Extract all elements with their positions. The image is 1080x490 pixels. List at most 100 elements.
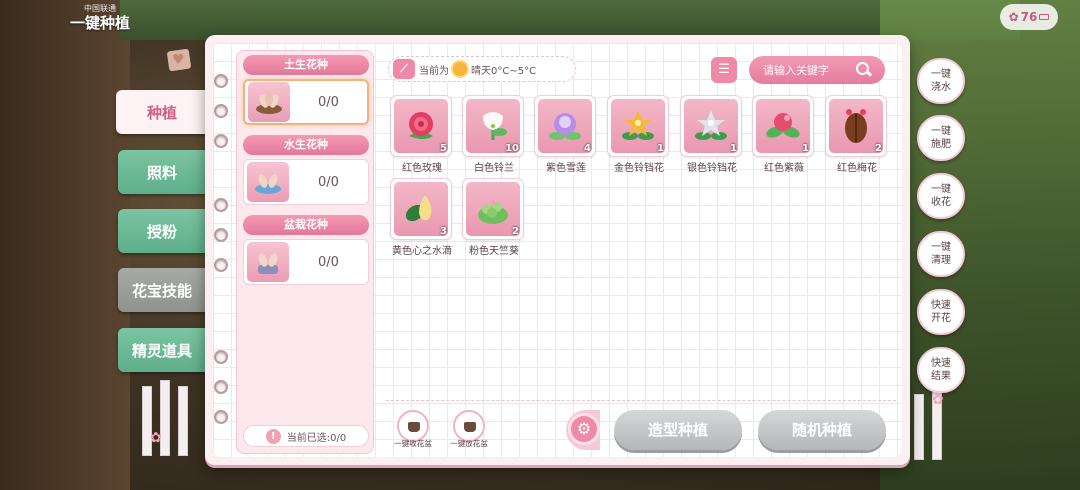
tab-spirit-items[interactable]: 精灵道具 [118, 328, 206, 372]
random-plant-button[interactable]: 随机种植 [758, 410, 886, 450]
seed-pot-icon [247, 242, 289, 282]
seed-count-pot: 0/0 [318, 254, 339, 270]
category-header-pot: 盆栽花种 [243, 215, 369, 235]
sun-icon [453, 62, 467, 76]
weather-text: 晴天0°C~5°C [471, 65, 537, 77]
category-header-water: 水生花种 [243, 135, 369, 155]
seed-slot-soil[interactable]: 0/0 [243, 79, 369, 125]
flower-quantity: 1 [730, 143, 737, 154]
weather-icon: ⟋ [393, 59, 415, 79]
flower-name: 红色梅花 [837, 163, 877, 174]
seed-count-water: 0/0 [318, 174, 339, 190]
flower-item[interactable]: 3 黄色心之水滴 [390, 178, 454, 257]
flower-item[interactable]: 5 红色玫瑰 [390, 95, 454, 174]
flower-card[interactable]: 1 [752, 95, 814, 157]
binder-ring [214, 74, 228, 88]
collect-pots-label: 一键收花盆 [394, 439, 432, 448]
tab-flower-skills[interactable]: 花宝技能 [118, 268, 206, 312]
search-input[interactable] [763, 63, 851, 77]
quick-water-button[interactable]: 一键浇水 [917, 58, 965, 104]
search-icon[interactable] [855, 61, 873, 79]
tab-planting[interactable]: 种植 [116, 90, 208, 134]
flower-quantity: 1 [657, 143, 664, 154]
flower-item[interactable]: 2 红色梅花 [825, 95, 889, 174]
flower-name: 银色铃铛花 [687, 163, 737, 174]
flower-card[interactable]: 1 [680, 95, 742, 157]
binder-ring [214, 134, 228, 148]
background-tree [0, 0, 130, 490]
collect-pots-button[interactable]: 一键收花盆 [390, 410, 436, 450]
seed-slot-pot[interactable]: 0/0 [243, 239, 369, 285]
seed-bag-icon [248, 82, 290, 122]
flower-item[interactable]: 1 金色铃铛花 [607, 95, 671, 174]
flower-quantity: 10 [505, 143, 519, 154]
flower-card[interactable]: 3 [390, 178, 452, 240]
divider [386, 400, 896, 401]
binder-ring [214, 350, 228, 364]
pink-geranium-icon [478, 200, 508, 224]
flower-card[interactable]: 2 [462, 178, 524, 240]
search-bar[interactable] [749, 56, 885, 84]
battery-level: 76 [1020, 10, 1038, 24]
flower-name: 金色铃铛花 [614, 163, 664, 174]
weather-prefix: 当前为 [419, 65, 449, 77]
flower-name: 红色紫薇 [764, 163, 804, 174]
quick-bloom-button[interactable]: 快速开花 [917, 289, 965, 335]
flower-item[interactable]: 10 白色铃兰 [462, 95, 526, 174]
alert-icon: ! [265, 428, 281, 444]
flower-name: 红色玫瑰 [402, 163, 442, 174]
place-pots-label: 一键放花盆 [450, 439, 488, 448]
flower-quantity: 4 [584, 143, 591, 154]
flower-decoration-icon: ✿ [932, 392, 944, 408]
binder-ring [214, 104, 228, 118]
flower-name: 白色铃兰 [474, 163, 514, 174]
weather-indicator: ⟋ 当前为 晴天0°C~5°C [388, 56, 576, 82]
selected-status: ! 当前已选:0/0 [243, 425, 369, 447]
battery-icon [1039, 14, 1050, 20]
tab-care[interactable]: 照料 [118, 150, 206, 194]
flower-decoration-icon: ✿ [150, 430, 162, 446]
white-lily-of-valley-icon [483, 112, 507, 140]
binder-ring [214, 228, 228, 242]
flower-quantity: 3 [440, 226, 447, 237]
flower-pot-icon [453, 410, 485, 442]
flower-item[interactable]: 4 紫色雪莲 [534, 95, 598, 174]
flower-name: 黄色心之水滴 [392, 246, 452, 257]
flower-name: 紫色雪莲 [546, 163, 586, 174]
flower-item[interactable]: 2 粉色天竺葵 [462, 178, 526, 257]
shape-plant-button[interactable]: 造型种植 [614, 410, 742, 450]
seed-count-soil: 0/0 [318, 94, 339, 110]
place-pots-button[interactable]: 一键放花盆 [446, 410, 492, 450]
quick-clean-button[interactable]: 一键清理 [917, 231, 965, 277]
flower-card[interactable]: 10 [462, 95, 524, 157]
page-title: 一键种植 [69, 14, 130, 32]
binder-ring [214, 410, 228, 424]
golden-bell-flower-icon [622, 110, 654, 140]
flower-item[interactable]: 1 红色紫薇 [752, 95, 816, 174]
quick-fertilize-button[interactable]: 一键施肥 [917, 115, 965, 161]
flower-card[interactable]: 2 [825, 95, 887, 157]
flower-quantity: 5 [440, 143, 447, 154]
seed-slot-water[interactable]: 0/0 [243, 159, 369, 205]
sort-button[interactable]: ☰ [711, 57, 737, 83]
quick-harvest-button[interactable]: 一键收花 [917, 173, 965, 219]
tab-pollination[interactable]: 授粉 [118, 209, 206, 253]
flower-quantity: 2 [875, 143, 882, 154]
flower-item[interactable]: 1 银色铃铛花 [680, 95, 744, 174]
purple-snow-lotus-icon [549, 113, 581, 140]
yellow-heart-droplet-icon [405, 195, 432, 222]
red-rose-icon [409, 112, 433, 139]
binder-ring [214, 258, 228, 272]
flower-quantity: 2 [512, 226, 519, 237]
sort-icon: ☰ [718, 62, 730, 77]
silver-bell-flower-icon [695, 110, 727, 140]
flower-card[interactable]: 4 [534, 95, 596, 157]
flower-card[interactable]: 5 [390, 95, 452, 157]
flower-card[interactable]: 1 [607, 95, 669, 157]
selected-status-text: 当前已选:0/0 [286, 432, 347, 444]
butterfly-icon: ✿ [1008, 10, 1019, 24]
quick-fruit-button[interactable]: 快速结果 [917, 347, 965, 393]
fence-decoration-left [136, 376, 196, 456]
gear-icon[interactable]: ⚙ [568, 413, 600, 445]
binder-ring [214, 380, 228, 394]
